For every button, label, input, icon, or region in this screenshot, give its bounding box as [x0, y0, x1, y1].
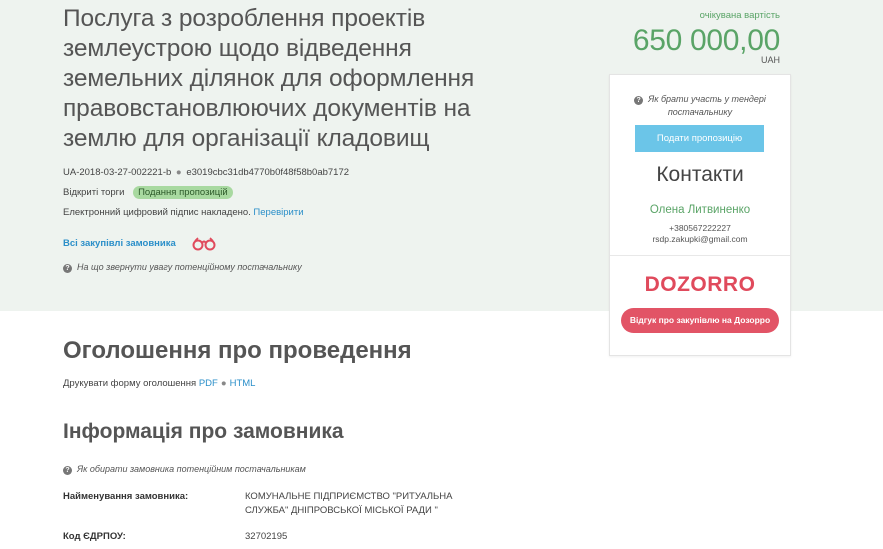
procedure-type: Відкриті торги — [63, 187, 125, 198]
contact-name: Олена Литвиненко — [649, 204, 751, 216]
edrpou-value: 32702195 — [245, 531, 288, 542]
customer-name-value: КОМУНАЛЬНЕ ПІДПРИЄМСТВО "РИТУАЛЬНА СЛУЖБ… — [245, 491, 453, 516]
tender-id-row: UA-2018-03-27-002221-b ● e3019cbc31db477… — [63, 167, 349, 178]
edrpou-label: Код ЄДРПОУ: — [63, 531, 126, 542]
separator-dot: ● — [220, 378, 227, 389]
binoculars-icon[interactable] — [192, 237, 216, 251]
attention-hint[interactable]: ? На що звернути увагу потенційному поста… — [63, 262, 302, 273]
customer-hint[interactable]: ? Як обирати замовника потенційним постач… — [63, 464, 306, 475]
participation-hint[interactable]: ? Як брати участь у тендері постачальнику — [610, 93, 790, 119]
price-label: очікувана вартість — [699, 10, 780, 21]
print-form-row: Друкувати форму оголошення PDF ● HTML — [63, 378, 255, 389]
verify-signature-link[interactable]: Перевірити — [253, 207, 303, 218]
customer-name-label: Найменування замовника: — [63, 491, 189, 502]
sidebar-divider — [610, 255, 790, 256]
tender-hash: e3019cbc31db4770b0f48f58b0ab7172 — [186, 167, 350, 178]
dozorro-logo: DOZORRO — [644, 273, 756, 296]
question-circle-icon: ? — [63, 466, 72, 475]
status-badge: Подання пропозицій — [133, 186, 233, 199]
procedure-row: Відкриті торги Подання пропозицій — [63, 186, 233, 199]
price-value: 650 000,00 — [632, 24, 780, 57]
print-html-link[interactable]: HTML — [230, 378, 256, 389]
question-circle-icon: ? — [63, 264, 72, 273]
print-pdf-link[interactable]: PDF — [199, 378, 218, 389]
announcement-title: Оголошення про проведення — [63, 337, 412, 364]
contact-phone: +380567222227 — [669, 223, 731, 233]
tender-id: UA-2018-03-27-002221-b — [63, 167, 172, 178]
price-currency: UAH — [760, 55, 780, 65]
all-purchases-link[interactable]: Всі закупівлі замовника — [63, 238, 176, 249]
sidebar-panel: ? Як брати участь у тендері постачальнику… — [609, 74, 791, 356]
attention-hint-text: На що звернути увагу потенційному постач… — [77, 262, 302, 272]
dozorro-feedback-button[interactable]: Відгук про закупівлю на Дозорро — [621, 308, 779, 333]
tender-title: Послуга з розроблення проектів землеустр… — [63, 5, 475, 152]
separator-dot: ● — [175, 167, 182, 178]
print-form-label: Друкувати форму оголошення — [63, 378, 197, 389]
signature-row: Електронний цифровий підпис накладено. П… — [63, 207, 304, 218]
contacts-title: Контакти — [656, 163, 744, 186]
contact-email: rsdp.zakupki@gmail.com — [652, 234, 748, 244]
customer-hint-text: Як обирати замовника потенційним постача… — [77, 464, 306, 474]
customer-info-title: Інформація про замовника — [63, 420, 344, 443]
participation-hint-text: Як брати участь у тендері постачальнику — [648, 94, 766, 117]
submit-proposal-button[interactable]: Подати пропозицію — [635, 125, 764, 152]
question-circle-icon: ? — [634, 96, 644, 105]
signature-text: Електронний цифровий підпис накладено. — [63, 207, 251, 218]
